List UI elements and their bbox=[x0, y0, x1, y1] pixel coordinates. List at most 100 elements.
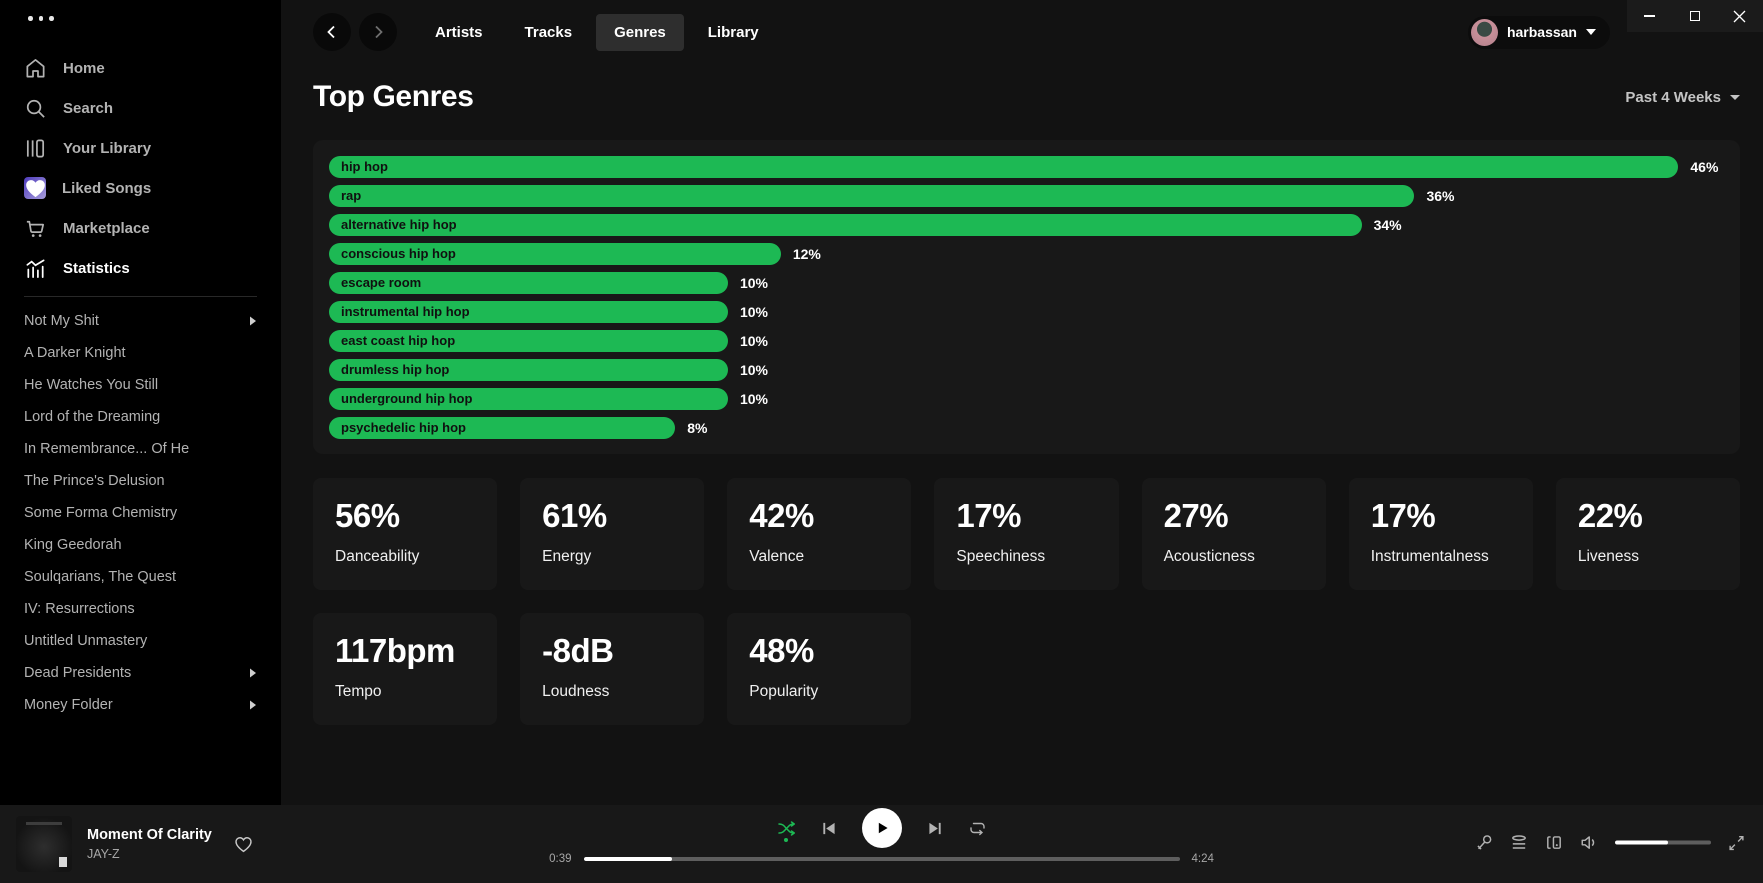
user-menu[interactable]: harbassan bbox=[1468, 16, 1610, 49]
sidebar-item-home[interactable]: Home bbox=[0, 48, 281, 88]
stat-label: Valence bbox=[749, 548, 889, 566]
volume-slider[interactable] bbox=[1615, 841, 1711, 845]
stat-label: Liveness bbox=[1578, 548, 1718, 566]
playlist-name: Soulqarians, The Quest bbox=[24, 569, 176, 585]
genre-bar[interactable]: instrumental hip hop bbox=[329, 301, 728, 323]
genre-bar[interactable]: psychedelic hip hop bbox=[329, 417, 675, 439]
tab[interactable]: Tracks bbox=[507, 14, 591, 51]
genre-bar[interactable]: underground hip hop bbox=[329, 388, 728, 410]
genre-bar[interactable]: east coast hip hop bbox=[329, 330, 728, 352]
parental-advisory-badge bbox=[59, 857, 67, 867]
genre-percent: 10% bbox=[740, 304, 768, 320]
sidebar-item-label: Statistics bbox=[63, 260, 130, 277]
app-menu-icon[interactable] bbox=[0, 0, 281, 26]
genre-bar[interactable]: rap bbox=[329, 185, 1414, 207]
playlist-item[interactable]: Soulqarians, The Quest bbox=[0, 561, 281, 593]
playlist-name: King Geedorah bbox=[24, 537, 122, 553]
stat-value: 17% bbox=[1371, 497, 1511, 535]
playlist-item[interactable]: He Watches You Still bbox=[0, 369, 281, 401]
playlist-item[interactable]: Money Folder bbox=[0, 689, 281, 721]
sidebar-item-label: Search bbox=[63, 100, 113, 117]
genre-bar[interactable]: alternative hip hop bbox=[329, 214, 1362, 236]
now-playing: Moment Of Clarity JAY-Z bbox=[16, 816, 253, 872]
playlist-item[interactable]: IV: Resurrections bbox=[0, 593, 281, 625]
heart-outline-icon bbox=[234, 835, 253, 854]
playlist-item[interactable]: The Prince's Delusion bbox=[0, 465, 281, 497]
lyrics-button[interactable] bbox=[1475, 834, 1493, 852]
volume-button[interactable] bbox=[1580, 834, 1598, 852]
home-icon bbox=[24, 57, 47, 80]
album-art[interactable] bbox=[16, 816, 72, 872]
genre-bar[interactable]: conscious hip hop bbox=[329, 243, 781, 265]
playlist-item[interactable]: A Darker Knight bbox=[0, 337, 281, 369]
stat-label: Tempo bbox=[335, 683, 475, 701]
genre-bar[interactable]: drumless hip hop bbox=[329, 359, 728, 381]
forward-button[interactable] bbox=[359, 13, 397, 51]
genre-percent: 12% bbox=[793, 246, 821, 262]
tab[interactable]: Artists bbox=[417, 14, 501, 51]
queue-button[interactable] bbox=[1510, 834, 1528, 852]
playlist-name: Money Folder bbox=[24, 697, 113, 713]
shuffle-button[interactable] bbox=[778, 821, 795, 836]
genre-bar-row: psychedelic hip hop 8% bbox=[329, 413, 1724, 442]
maximize-button[interactable] bbox=[1672, 0, 1717, 32]
sidebar-item-search[interactable]: Search bbox=[0, 88, 281, 128]
stat-card: 17% Instrumentalness bbox=[1349, 478, 1533, 590]
like-button[interactable] bbox=[234, 835, 253, 854]
chevron-down-icon bbox=[1730, 95, 1740, 100]
genre-name: rap bbox=[341, 188, 361, 203]
sidebar-item-your-library[interactable]: Your Library bbox=[0, 128, 281, 168]
tab[interactable]: Genres bbox=[596, 14, 684, 51]
playlist-item[interactable]: Not My Shit bbox=[0, 305, 281, 337]
playlist-item[interactable]: In Remembrance... Of He bbox=[0, 433, 281, 465]
nav-tabs: ArtistsTracks Genres Library bbox=[417, 14, 777, 51]
next-button[interactable] bbox=[928, 821, 943, 836]
connect-device-button[interactable] bbox=[1545, 834, 1563, 852]
stat-card: 48% Popularity bbox=[727, 613, 911, 725]
chevron-right-icon bbox=[370, 24, 386, 40]
fullscreen-button[interactable] bbox=[1728, 834, 1745, 851]
elapsed-time: 0:39 bbox=[542, 853, 572, 865]
sidebar-item-statistics[interactable]: Statistics bbox=[0, 248, 281, 288]
previous-icon bbox=[821, 821, 836, 836]
track-title[interactable]: Moment Of Clarity bbox=[87, 827, 212, 843]
playlist-item[interactable]: Untitled Unmastery bbox=[0, 625, 281, 657]
genre-percent: 10% bbox=[740, 362, 768, 378]
progress-bar[interactable] bbox=[584, 857, 1180, 861]
minimize-button[interactable] bbox=[1627, 0, 1672, 32]
back-button[interactable] bbox=[313, 13, 351, 51]
tab-label: Genres bbox=[614, 24, 666, 41]
player-bar: Moment Of Clarity JAY-Z bbox=[0, 805, 1763, 883]
library-icon bbox=[24, 137, 47, 160]
playlist-item[interactable]: Some Forma Chemistry bbox=[0, 497, 281, 529]
playlist-item[interactable]: Lord of the Dreaming bbox=[0, 401, 281, 433]
tab[interactable]: Library bbox=[690, 14, 777, 51]
close-button[interactable] bbox=[1717, 0, 1762, 32]
sidebar-item-marketplace[interactable]: Marketplace bbox=[0, 208, 281, 248]
sidebar-divider bbox=[24, 296, 257, 297]
window-controls bbox=[1627, 0, 1763, 32]
main-area: ArtistsTracksGenresLibrary harbassan Top… bbox=[281, 0, 1763, 805]
stat-label: Instrumentalness bbox=[1371, 548, 1511, 566]
repeat-button[interactable] bbox=[969, 820, 986, 836]
progress-fill bbox=[584, 857, 672, 861]
play-button[interactable] bbox=[862, 808, 902, 848]
player-center: 0:39 4:24 bbox=[542, 807, 1222, 865]
genre-bar[interactable]: escape room bbox=[329, 272, 728, 294]
previous-button[interactable] bbox=[821, 821, 836, 836]
genre-percent: 8% bbox=[687, 420, 707, 436]
stat-value: -8dB bbox=[542, 632, 682, 670]
genre-name: conscious hip hop bbox=[341, 246, 456, 261]
genre-percent: 36% bbox=[1426, 188, 1454, 204]
sidebar-item-liked-songs[interactable]: Liked Songs bbox=[0, 168, 281, 208]
chevron-right-icon bbox=[249, 668, 257, 678]
genre-bar[interactable]: hip hop bbox=[329, 156, 1678, 178]
playlist-item[interactable]: Dead Presidents bbox=[0, 657, 281, 689]
time-range-dropdown[interactable]: Past 4 Weeks bbox=[1625, 89, 1740, 106]
track-artist[interactable]: JAY-Z bbox=[87, 847, 212, 861]
shuffle-icon bbox=[778, 821, 795, 836]
playlist-item[interactable]: King Geedorah bbox=[0, 529, 281, 561]
genre-percent: 10% bbox=[740, 275, 768, 291]
stat-card: 27% Acousticness bbox=[1142, 478, 1326, 590]
maximize-icon bbox=[1690, 11, 1700, 21]
